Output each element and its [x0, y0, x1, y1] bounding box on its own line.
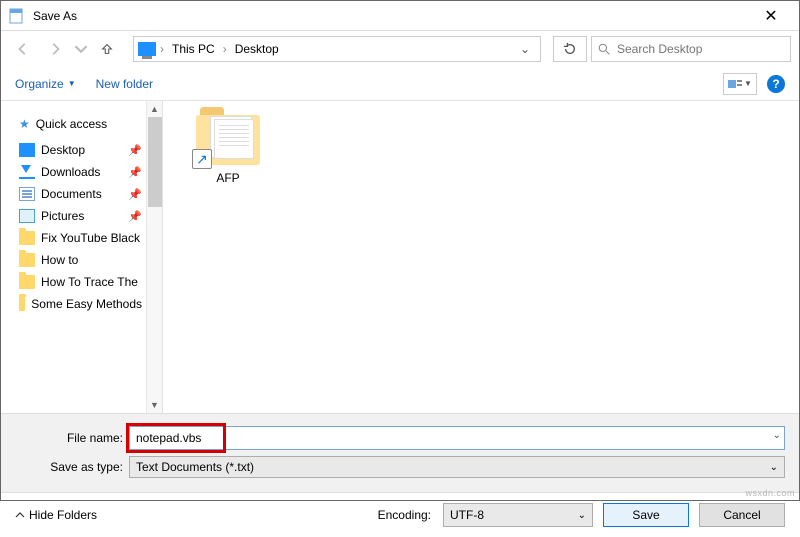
back-button[interactable] — [9, 35, 37, 63]
crumb-desktop[interactable]: Desktop — [231, 42, 283, 56]
pictures-icon — [19, 209, 35, 223]
sidebar-scrollbar[interactable]: ▲ ▼ — [146, 101, 162, 413]
dialog-footer: Hide Folders Encoding: UTF-8 ⌄ Save Canc… — [1, 492, 799, 537]
search-icon — [598, 43, 611, 56]
filetype-select[interactable]: Text Documents (*.txt) ⌄ — [129, 456, 785, 478]
nav-row: › This PC › Desktop ⌄ — [1, 31, 799, 67]
command-bar: Organize▼ New folder ▼ ? — [1, 67, 799, 101]
chevron-down-icon: ⌄ — [770, 462, 778, 473]
pin-icon: 📌 — [128, 210, 142, 223]
up-button[interactable] — [93, 35, 121, 63]
folder-shortcut-icon: ↗ — [196, 115, 260, 165]
sidebar-item-folder[interactable]: How to — [19, 249, 162, 271]
organize-menu[interactable]: Organize▼ — [15, 77, 76, 91]
address-dropdown[interactable]: ⌄ — [514, 42, 536, 56]
star-icon: ★ — [19, 117, 30, 131]
view-options-button[interactable]: ▼ — [723, 73, 757, 95]
filename-label: File name: — [15, 431, 123, 445]
downloads-icon — [19, 165, 35, 179]
file-label: AFP — [183, 171, 273, 185]
crumb-this-pc[interactable]: This PC — [168, 42, 219, 56]
scroll-up-icon[interactable]: ▲ — [147, 101, 162, 117]
filename-input[interactable] — [129, 426, 785, 450]
sidebar-item-desktop[interactable]: Desktop📌 — [19, 139, 162, 161]
pin-icon: 📌 — [128, 144, 142, 157]
quick-access-label: Quick access — [36, 117, 107, 131]
search-input[interactable] — [617, 42, 784, 56]
sidebar-item-downloads[interactable]: Downloads📌 — [19, 161, 162, 183]
encoding-select[interactable]: UTF-8 ⌄ — [443, 503, 593, 527]
sidebar-item-folder[interactable]: Some Easy Methods — [19, 293, 162, 315]
folder-icon — [19, 275, 35, 289]
filename-dropdown[interactable]: ⌄ — [773, 430, 781, 441]
encoding-label: Encoding: — [378, 508, 431, 522]
watermark: wsxdn.com — [745, 488, 795, 498]
sidebar-item-documents[interactable]: Documents📌 — [19, 183, 162, 205]
filetype-value: Text Documents (*.txt) — [136, 460, 254, 474]
sidebar-item-folder[interactable]: Fix YouTube Black — [19, 227, 162, 249]
chevron-right-icon: › — [160, 42, 164, 56]
new-folder-button[interactable]: New folder — [96, 77, 153, 91]
close-button[interactable]: ✕ — [751, 6, 791, 26]
quick-access-header[interactable]: ★ Quick access — [19, 113, 162, 135]
file-item-afp[interactable]: ↗ AFP — [183, 115, 273, 185]
chevron-right-icon: › — [223, 42, 227, 56]
refresh-button[interactable] — [553, 36, 587, 62]
title-bar: Save As ✕ — [1, 1, 799, 31]
folder-icon — [19, 231, 35, 245]
cancel-button[interactable]: Cancel — [699, 503, 785, 527]
hide-folders-button[interactable]: Hide Folders — [15, 508, 97, 522]
address-bar[interactable]: › This PC › Desktop ⌄ — [133, 36, 541, 62]
documents-icon — [19, 187, 35, 201]
folder-icon — [19, 297, 25, 311]
sidebar-item-folder[interactable]: How To Trace The — [19, 271, 162, 293]
recent-locations-button[interactable] — [73, 35, 89, 63]
pin-icon: 📌 — [128, 188, 142, 201]
view-icon — [728, 78, 742, 90]
desktop-icon — [19, 143, 35, 157]
help-button[interactable]: ? — [767, 75, 785, 93]
sidebar-item-pictures[interactable]: Pictures📌 — [19, 205, 162, 227]
filetype-label: Save as type: — [15, 460, 123, 474]
search-box[interactable] — [591, 36, 791, 62]
scroll-down-icon[interactable]: ▼ — [147, 397, 162, 413]
window-title: Save As — [33, 9, 751, 23]
folder-icon — [19, 253, 35, 267]
save-panel: File name: ⌄ Save as type: Text Document… — [1, 413, 799, 492]
explorer-body: ★ Quick access Desktop📌 Downloads📌 Docum… — [1, 101, 799, 413]
notepad-icon — [9, 8, 25, 24]
chevron-up-icon — [15, 510, 25, 520]
pin-icon: 📌 — [128, 166, 142, 179]
shortcut-arrow-icon: ↗ — [192, 149, 212, 169]
scroll-thumb[interactable] — [148, 117, 162, 207]
save-button[interactable]: Save — [603, 503, 689, 527]
chevron-down-icon: ⌄ — [578, 510, 586, 521]
forward-button[interactable] — [41, 35, 69, 63]
file-list-pane[interactable]: ↗ AFP — [163, 101, 799, 413]
encoding-value: UTF-8 — [450, 508, 484, 522]
navigation-pane: ★ Quick access Desktop📌 Downloads📌 Docum… — [1, 101, 163, 413]
this-pc-icon — [138, 42, 156, 56]
